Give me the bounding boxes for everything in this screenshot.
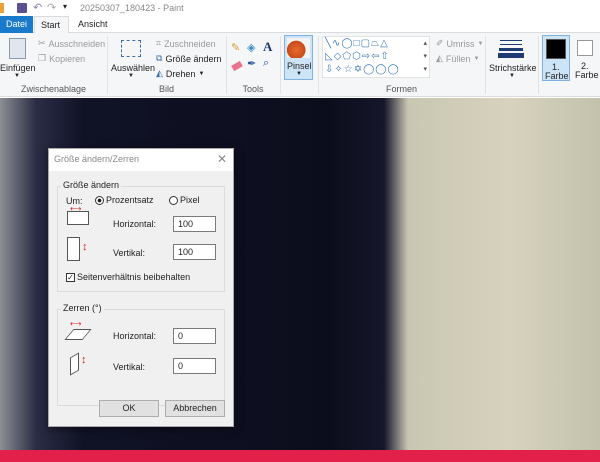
dropdown-arrow-icon: ▼ bbox=[198, 70, 205, 77]
skew-vertical-label: Vertikal: bbox=[113, 362, 146, 372]
cancel-button[interactable]: Abbrechen bbox=[165, 400, 225, 417]
redo-icon[interactable]: ↷ bbox=[47, 1, 56, 14]
radio-selected-icon bbox=[95, 195, 104, 205]
fill-bucket-icon[interactable]: ◈ bbox=[247, 41, 255, 54]
group-label-clipboard: Zwischenablage bbox=[20, 84, 87, 94]
quick-access-dropdown-icon[interactable]: ▾ bbox=[63, 2, 67, 11]
dropdown-arrow-icon: ▼ bbox=[477, 40, 484, 47]
keep-aspect-ratio-checkbox[interactable]: ✓ Seitenverhältnis beibehalten bbox=[66, 272, 190, 282]
horizontal-resize-icon bbox=[67, 211, 89, 225]
shapes-row-icons: ⇩✧☆✡◯◯◯ bbox=[325, 64, 400, 75]
scissors-icon: ✂ bbox=[38, 38, 46, 48]
brush-button[interactable]: Pinsel ▼ bbox=[284, 35, 313, 80]
skew-vertical-input[interactable]: 0 bbox=[173, 358, 216, 374]
skew-group-legend: Zerren (°) bbox=[61, 303, 104, 313]
stroke-width-button[interactable]: Strichstärke ▼ bbox=[487, 36, 537, 81]
radio-unselected-icon bbox=[169, 195, 178, 205]
dropdown-arrow-icon: ▼ bbox=[128, 73, 134, 79]
select-label: Auswählen bbox=[111, 63, 156, 73]
undo-icon[interactable]: ↶ bbox=[33, 1, 42, 14]
ribbon-tabs: Datei Start Ansicht bbox=[0, 16, 600, 34]
resize-horizontal-input[interactable]: 100 bbox=[173, 216, 216, 232]
skew-horizontal-label: Horizontal: bbox=[113, 331, 157, 341]
shapes-gallery[interactable]: ╲∿◯□▢⏢△ ◺◇⬠⬡⇨⇦⇧ ⇩✧☆✡◯◯◯ ▴ ▾ ▾ bbox=[322, 36, 430, 78]
pencil-icon[interactable]: ✎ bbox=[231, 41, 240, 54]
color-picker-icon[interactable]: ✒ bbox=[247, 57, 256, 70]
canvas-image-region bbox=[0, 450, 600, 462]
stroke-width-label: Strichstärke bbox=[489, 63, 537, 73]
vertical-resize-icon bbox=[67, 237, 80, 261]
resize-vertical-label: Vertikal: bbox=[113, 248, 146, 258]
percent-radio[interactable]: Prozentsatz bbox=[95, 195, 154, 205]
dropdown-arrow-icon: ▼ bbox=[296, 71, 302, 77]
copy-icon: ❐ bbox=[38, 53, 47, 63]
checkbox-checked-icon: ✓ bbox=[66, 272, 75, 282]
resize-vertical-input[interactable]: 100 bbox=[173, 244, 216, 260]
dropdown-arrow-icon: ▼ bbox=[14, 73, 20, 79]
vertical-arrow-icon: ↕ bbox=[82, 241, 88, 253]
magnifier-icon[interactable]: ⌕ bbox=[263, 57, 269, 70]
divider bbox=[538, 36, 539, 94]
shapes-row-icons: ◺◇⬠⬡⇨⇦⇧ bbox=[325, 51, 390, 62]
stroke-width-icon bbox=[500, 40, 522, 41]
rotate-icon: ◭ bbox=[156, 68, 163, 78]
resize-button[interactable]: ⧉ Größe ändern bbox=[156, 53, 221, 64]
color2-swatch bbox=[577, 40, 593, 56]
text-icon[interactable]: A bbox=[263, 39, 272, 55]
cut-button[interactable]: ✂ Ausschneiden bbox=[38, 38, 105, 49]
tab-ansicht[interactable]: Ansicht bbox=[72, 16, 114, 33]
fill-button[interactable]: ◭ Füllen ▼ bbox=[436, 53, 479, 64]
select-button[interactable]: Auswählen ▼ bbox=[110, 36, 156, 81]
resize-group-legend: Größe ändern bbox=[61, 180, 122, 190]
divider bbox=[485, 36, 486, 94]
eraser-icon[interactable] bbox=[231, 60, 243, 72]
brush-label: Pinsel bbox=[287, 61, 312, 71]
horizontal-arrow-icon: ⟷ bbox=[70, 204, 82, 213]
tab-datei[interactable]: Datei bbox=[0, 16, 33, 33]
select-rectangle-icon bbox=[121, 40, 141, 57]
paste-label: Einfügen bbox=[0, 63, 36, 73]
window-title: 20250307_180423 - Paint bbox=[80, 3, 184, 13]
resize-skew-dialog: Größe ändern/Zerren ✕ Größe ändern Um: P… bbox=[48, 148, 234, 427]
resize-horizontal-label: Horizontal: bbox=[113, 219, 157, 229]
resize-icon: ⧉ bbox=[156, 53, 163, 63]
clipboard-icon bbox=[9, 38, 26, 59]
crop-icon: ⌗ bbox=[156, 38, 162, 48]
color1-button[interactable]: 1. Farbe bbox=[542, 35, 570, 81]
brush-icon bbox=[287, 38, 310, 58]
ribbon: Einfügen ▼ ✂ Ausschneiden ❐ Kopieren Zwisc… bbox=[0, 33, 600, 97]
pixel-radio[interactable]: Pixel bbox=[169, 195, 200, 205]
close-icon[interactable]: ✕ bbox=[217, 152, 227, 166]
dialog-title: Größe ändern/Zerren bbox=[49, 149, 233, 171]
group-label-image: Bild bbox=[158, 84, 174, 94]
dropdown-arrow-icon: ▼ bbox=[509, 73, 515, 79]
shapes-row-icons: ╲∿◯□▢⏢△ bbox=[325, 38, 389, 49]
group-label-shapes: Formen bbox=[385, 84, 417, 94]
fill-icon: ◭ bbox=[436, 53, 443, 63]
divider bbox=[280, 36, 281, 94]
outline-button[interactable]: ✐ Umriss ▼ bbox=[436, 38, 484, 49]
dropdown-arrow-icon: ▼ bbox=[473, 55, 480, 62]
rotate-button[interactable]: ◭ Drehen ▼ bbox=[156, 68, 204, 79]
ok-button[interactable]: OK bbox=[99, 400, 159, 417]
gallery-scroll-icon[interactable]: ▴ ▾ ▾ bbox=[423, 37, 428, 76]
color2-button[interactable]: 2. Farbe bbox=[573, 35, 600, 81]
color1-swatch bbox=[546, 39, 566, 59]
copy-button[interactable]: ❐ Kopieren bbox=[38, 53, 85, 64]
paste-button[interactable]: Einfügen ▼ bbox=[0, 36, 36, 81]
group-label-tools: Tools bbox=[242, 84, 264, 94]
skew-horizontal-input[interactable]: 0 bbox=[173, 328, 216, 344]
outline-icon: ✐ bbox=[436, 38, 444, 48]
crop-button[interactable]: ⌗ Zuschneiden bbox=[156, 38, 216, 49]
vertical-arrow-icon: ↕ bbox=[81, 354, 87, 366]
horizontal-arrow-icon: ⟷ bbox=[70, 319, 82, 328]
tab-start[interactable]: Start bbox=[34, 16, 69, 34]
paint-app-icon bbox=[0, 3, 4, 13]
title-bar: ↶ ↷ ▾ 20250307_180423 - Paint bbox=[0, 0, 600, 16]
save-icon[interactable] bbox=[17, 3, 27, 13]
